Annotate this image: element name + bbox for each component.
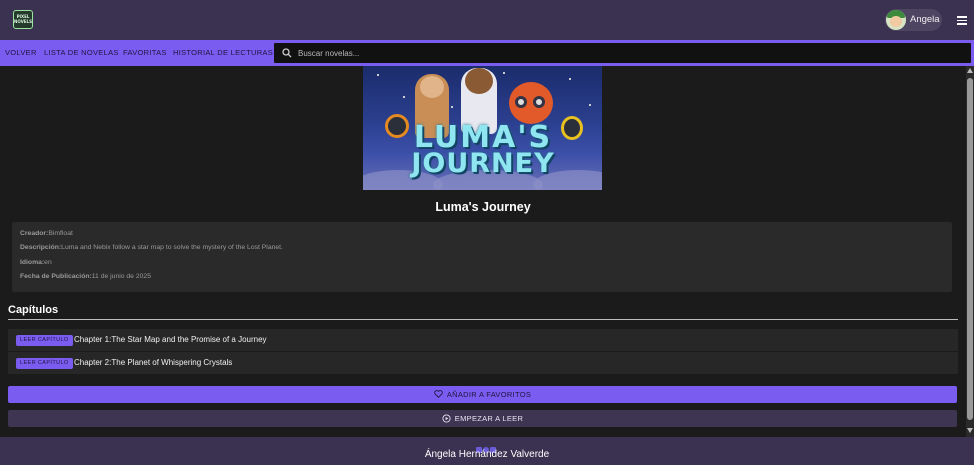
- chapter-title[interactable]: Chapter 2:The Planet of Whispering Cryst…: [74, 358, 232, 367]
- scrollbar[interactable]: [966, 66, 974, 437]
- main-content: LUMA'S JOURNEY Luma's Journey Creador:Bi…: [0, 66, 966, 437]
- scroll-up-arrow-icon[interactable]: [967, 68, 973, 73]
- user-menu[interactable]: Angela: [885, 9, 942, 31]
- language-value: en: [44, 259, 52, 266]
- read-chapter-button[interactable]: LEER CAPÍTULO: [16, 335, 73, 346]
- date-label: Fecha de Publicación:: [20, 273, 92, 280]
- add-to-favorites-button[interactable]: AÑADIR A FAVORITOS: [8, 386, 957, 403]
- divider: [8, 319, 958, 320]
- top-bar: PIXEL NOVELS Angela: [0, 0, 974, 40]
- hamburger-menu-icon[interactable]: [957, 16, 967, 25]
- language-label: Idioma:: [20, 259, 45, 266]
- chapter-row: LEER CAPÍTULO Chapter 1:The Star Map and…: [8, 329, 958, 351]
- creator-value: Bimfloat: [48, 230, 73, 237]
- nav-item-volver[interactable]: VOLVER: [5, 48, 37, 57]
- novel-cover-image: LUMA'S JOURNEY: [363, 66, 602, 190]
- description-label: Descripción:: [20, 244, 62, 251]
- user-name: Angela: [910, 14, 940, 25]
- creator-label: Creador:: [20, 230, 49, 237]
- creator-row: Creador:Bimfloat: [20, 230, 73, 237]
- description-row: Descripción:Luma and Nebix follow a star…: [20, 244, 283, 251]
- scroll-down-arrow-icon[interactable]: [967, 428, 973, 433]
- play-circle-icon: [442, 413, 451, 423]
- nav-item-favoritas[interactable]: FAVORITAS: [123, 48, 167, 57]
- search-icon: [282, 48, 292, 58]
- start-reading-button[interactable]: EMPEZAR A LEER: [8, 410, 957, 427]
- chapter-title[interactable]: Chapter 1:The Star Map and the Promise o…: [74, 335, 267, 344]
- nav-item-historial-de-lecturas[interactable]: HISTORIAL DE LECTURAS: [173, 48, 273, 57]
- novel-info-box: Creador:Bimfloat Descripción:Luma and Ne…: [12, 222, 952, 292]
- chapter-row: LEER CAPÍTULO Chapter 2:The Planet of Wh…: [8, 352, 958, 374]
- footer-author: Ángela Hernández Valverde: [424, 449, 550, 460]
- search-input[interactable]: [298, 45, 958, 61]
- date-row: Fecha de Publicación:11 de junio de 2025: [20, 273, 151, 280]
- nav-bar: VOLVER LISTA DE NOVELAS FAVORITAS HISTOR…: [0, 40, 974, 66]
- read-chapter-button[interactable]: LEER CAPÍTULO: [16, 358, 73, 369]
- cover-title-line2: JOURNEY: [411, 148, 555, 179]
- heart-icon: [434, 390, 443, 398]
- footer-social-links: [476, 440, 497, 453]
- language-row: Idioma:en: [20, 259, 52, 266]
- add-to-favorites-label: AÑADIR A FAVORITOS: [446, 390, 532, 399]
- date-value: 11 de junio de 2025: [91, 273, 151, 280]
- start-reading-label: EMPEZAR A LEER: [454, 414, 524, 423]
- novel-title: Luma's Journey: [435, 200, 531, 214]
- logo[interactable]: PIXEL NOVELS: [13, 10, 33, 29]
- footer: Ángela Hernández Valverde: [0, 437, 974, 465]
- avatar: [886, 10, 906, 30]
- search-bar: [274, 43, 971, 63]
- chapters-heading: Capítulos: [8, 304, 59, 316]
- description-value: Luma and Nebix follow a star map to solv…: [61, 244, 283, 251]
- nav-item-lista-de-novelas[interactable]: LISTA DE NOVELAS: [44, 48, 119, 57]
- scrollbar-thumb[interactable]: [967, 78, 973, 420]
